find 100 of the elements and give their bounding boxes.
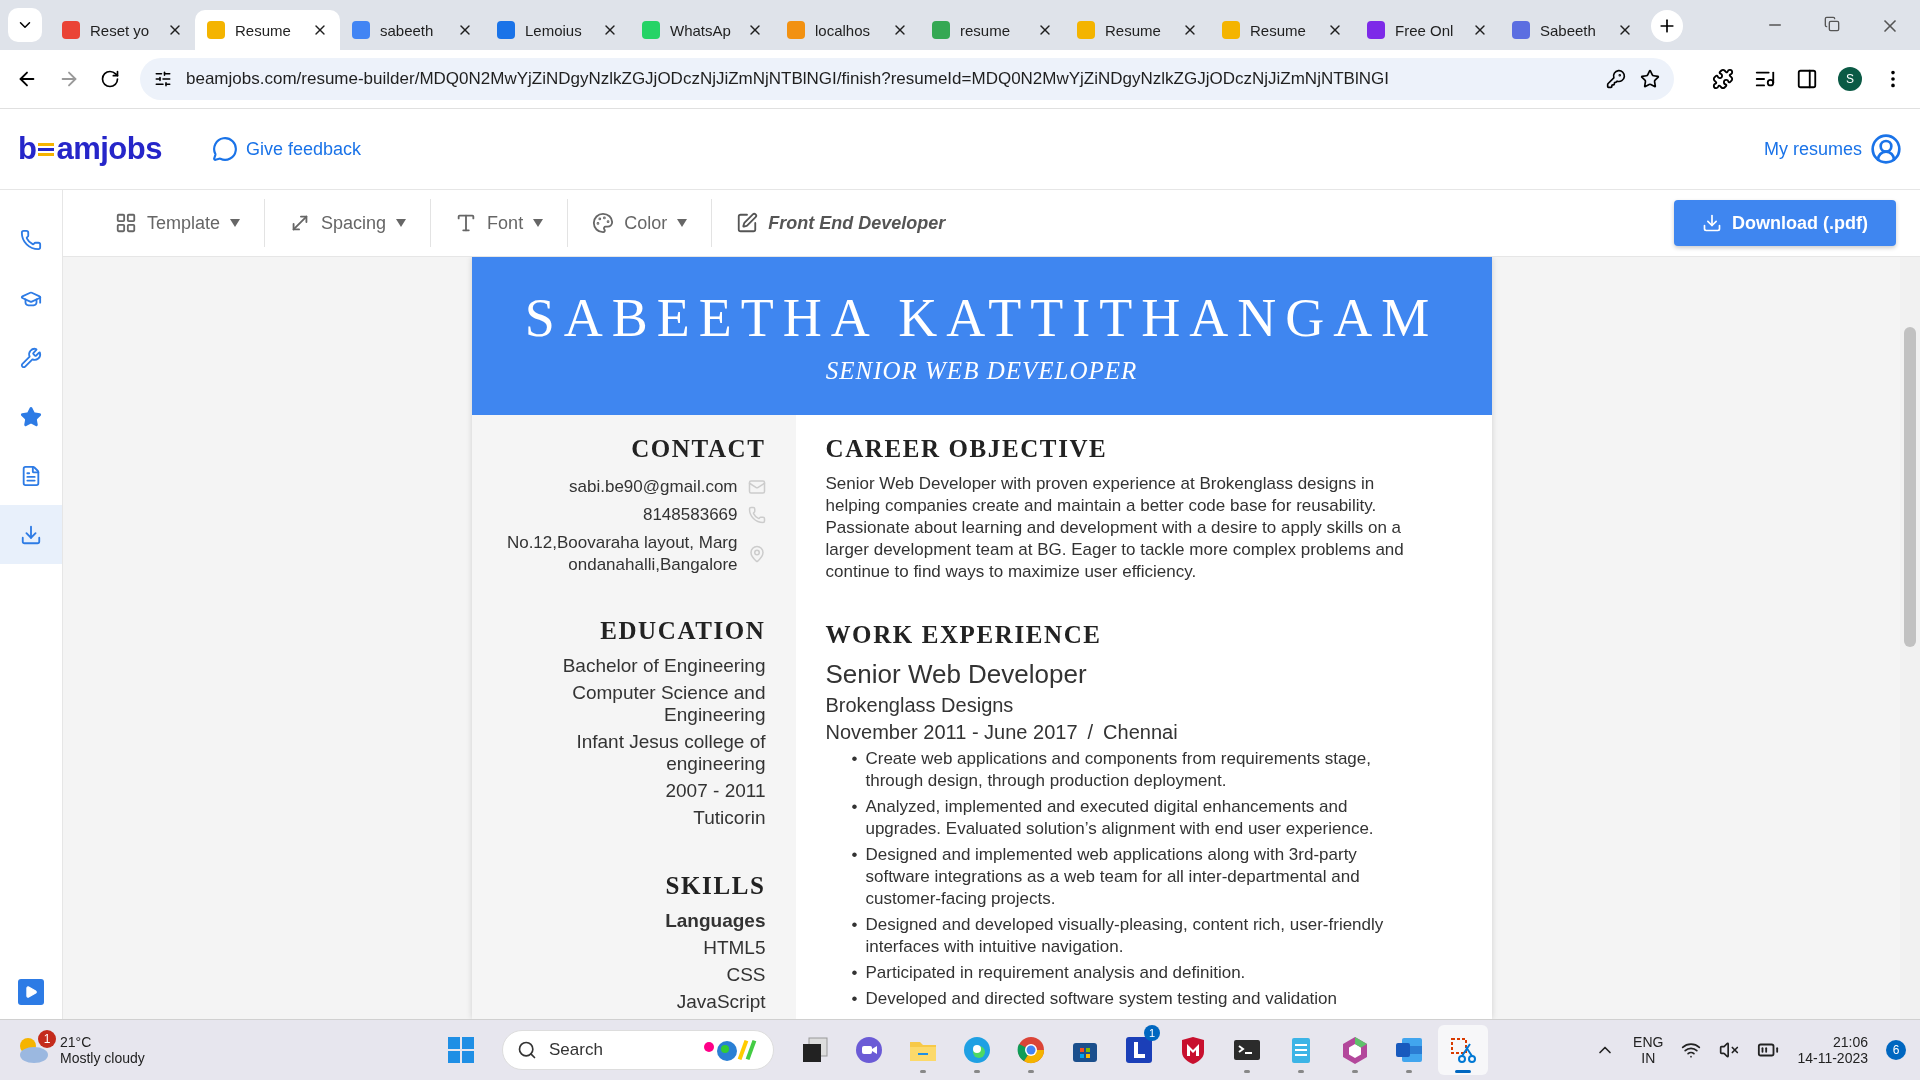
- browser-tab[interactable]: localhos: [775, 10, 920, 50]
- muted-speaker-icon[interactable]: [1719, 1040, 1740, 1060]
- download-icon: [20, 523, 42, 546]
- browser-tab[interactable]: Resume: [195, 10, 340, 50]
- new-tab-button[interactable]: [1651, 10, 1683, 42]
- browser-tab[interactable]: Reset yo: [50, 10, 195, 50]
- sidebar-item[interactable]: [0, 505, 62, 564]
- browser-tab[interactable]: Resume: [1065, 10, 1210, 50]
- contact-text: No.12,Boovaraha layout, Margondanahalli,Bangalore: [505, 532, 738, 576]
- app-icon: [1124, 1035, 1154, 1065]
- scissors-icon: [1448, 1035, 1478, 1065]
- caret-icon: [230, 219, 241, 227]
- download-icon: [1702, 213, 1723, 233]
- my-resumes-link[interactable]: My resumes: [1764, 133, 1902, 165]
- education-text: 2007 - 2011: [665, 780, 766, 802]
- browser-tab[interactable]: Lemoius: [485, 10, 630, 50]
- browser-tab[interactable]: Free Onl: [1355, 10, 1500, 50]
- taskbar-search[interactable]: Search: [502, 1030, 774, 1070]
- phone-icon: [747, 506, 766, 524]
- play-button[interactable]: [18, 979, 44, 1005]
- restore-icon[interactable]: [1824, 16, 1840, 32]
- palette-icon: [592, 212, 615, 234]
- feedback-link[interactable]: Give feedback: [211, 136, 362, 162]
- skill-text: CSS: [726, 964, 766, 986]
- bullet-item: Designed and implemented web applications along with 3rd-party software integrations as a web team for all inter-departmental and customer-facing projects.: [865, 844, 1361, 910]
- caret-icon: [533, 219, 544, 227]
- windows-start-icon: [446, 1035, 476, 1065]
- profile-avatar[interactable]: S: [1838, 67, 1862, 91]
- extensions-icon[interactable]: [1712, 68, 1734, 90]
- wifi-icon[interactable]: [1681, 1040, 1702, 1060]
- key-icon[interactable]: [1606, 69, 1626, 89]
- play-icon: [24, 985, 38, 999]
- notification-badge: 1: [1144, 1025, 1160, 1041]
- document-icon: [20, 464, 42, 487]
- job-location: Chennai: [1103, 721, 1178, 744]
- envelope-icon: [747, 478, 766, 496]
- toolbar-dropdown[interactable]: Template: [91, 199, 266, 247]
- wrench-icon: [20, 346, 42, 369]
- browser-tab[interactable]: resume: [920, 10, 1065, 50]
- browser-icon: [962, 1035, 992, 1065]
- grid-icon: [115, 212, 137, 234]
- education-text: Computer Science and Engineering: [571, 682, 766, 726]
- resume-title-button[interactable]: Front End Developer: [712, 212, 970, 234]
- company-name: Brokenglass Designs: [825, 694, 1015, 717]
- education-text: Infant Jesus college of engineering: [575, 731, 766, 775]
- caret-icon: [677, 219, 688, 227]
- separator-text: /: [1087, 721, 1094, 744]
- clock[interactable]: 21:06 14-11-2023: [1797, 1034, 1868, 1066]
- objective-paragraph: Senior Web Developer with proven experience at Brokenglass designs in helping companies create and maintain a better code base for reusability. Passionate about learning and development with a desire to apply skills on a larger development team at BG. Eager to tackle more complex problems and continue to find ways to maximize user efficiency.: [825, 473, 1405, 583]
- site-settings-icon: [154, 70, 172, 88]
- browser-tab[interactable]: Sabeeth: [1500, 10, 1645, 50]
- toolbar-dropdown[interactable]: Spacing: [265, 199, 432, 247]
- browser-icon: [1016, 1035, 1046, 1065]
- logo[interactable]: b amjobs: [18, 131, 162, 167]
- task-view-icon: [800, 1035, 830, 1065]
- bullet-marker: •: [851, 988, 858, 1010]
- section-heading: CONTACT: [631, 435, 766, 463]
- side-panel-icon[interactable]: [1796, 68, 1818, 90]
- browser-tab[interactable]: sabeeth: [340, 10, 485, 50]
- star-icon: [20, 405, 42, 428]
- section-heading: EDUCATION: [600, 617, 766, 645]
- video-chat-icon: [854, 1035, 884, 1065]
- browser-tab[interactable]: WhatsAp: [630, 10, 775, 50]
- taskbar-app[interactable]: 1: [1114, 1025, 1164, 1075]
- bullet-item: Developed and directed software system testing and validation: [865, 988, 1337, 1010]
- toolbar-dropdown[interactable]: Color: [568, 199, 713, 247]
- notification-badge: 1: [38, 1030, 56, 1048]
- job-role: Senior Web Developer: [825, 659, 1088, 690]
- search-icon: [517, 1040, 537, 1060]
- toolbar-dropdown[interactable]: Font: [431, 199, 569, 247]
- contact-text: 8148583669: [642, 504, 738, 526]
- bullet-item: Analyzed, implemented and executed digital enhancements and upgrades. Evaluated solution’s alignment with end user experience.: [865, 796, 1375, 840]
- download-button[interactable]: Download (.pdf): [1674, 200, 1896, 246]
- reload-icon[interactable]: [100, 69, 120, 89]
- address-bar[interactable]: beamjobs.com/resume-builder/MDQ0N2MwYjZiNDgyNzlkZGJjODczNjJiZmNjNTBlNGI/finish?resumeId=MDQ0N2MwYjZiNDgyNzlkZGJjODczNjJiZmNjNTBlNGI: [140, 58, 1674, 100]
- skill-text: JavaScript: [676, 991, 766, 1013]
- resume-job-title: SENIOR WEB DEVELOPER: [825, 357, 1138, 385]
- job-dates: November 2011 - June 2017: [825, 721, 1078, 744]
- resume-name: SABEETHA KATTITHANGAM: [524, 287, 1439, 349]
- education-text: Bachelor of Engineering: [562, 655, 766, 677]
- speech-bubble-icon: [211, 136, 238, 162]
- temperature-text: 21°C: [60, 1034, 93, 1050]
- bullet-marker: •: [851, 844, 858, 866]
- notification-count[interactable]: 6: [1886, 1040, 1906, 1060]
- skill-group-heading: Languages: [665, 910, 766, 932]
- word-document-icon: [1394, 1035, 1424, 1065]
- section-heading: WORK EXPERIENCE: [825, 621, 1103, 649]
- bullet-item: Participated in requirement analysis and definition.: [865, 962, 1246, 984]
- skill-text: HTML5: [703, 937, 766, 959]
- user-icon: [1870, 133, 1902, 165]
- bullet-marker: •: [851, 914, 858, 936]
- phone-icon: [20, 228, 42, 251]
- language-indicator[interactable]: ENG IN: [1633, 1034, 1664, 1066]
- browser-tab[interactable]: Resume: [1210, 10, 1355, 50]
- education-text: Tuticorin: [693, 807, 766, 829]
- caret-icon: [396, 219, 407, 227]
- contact-text: sabi.be90@gmail.com: [569, 476, 738, 498]
- bookmark-star-icon[interactable]: [1640, 69, 1660, 89]
- bullet-item: Designed and developed visually-pleasing, content rich, user-friendly interfaces with intuitive navigation.: [865, 914, 1385, 958]
- cube-icon: [1340, 1035, 1370, 1065]
